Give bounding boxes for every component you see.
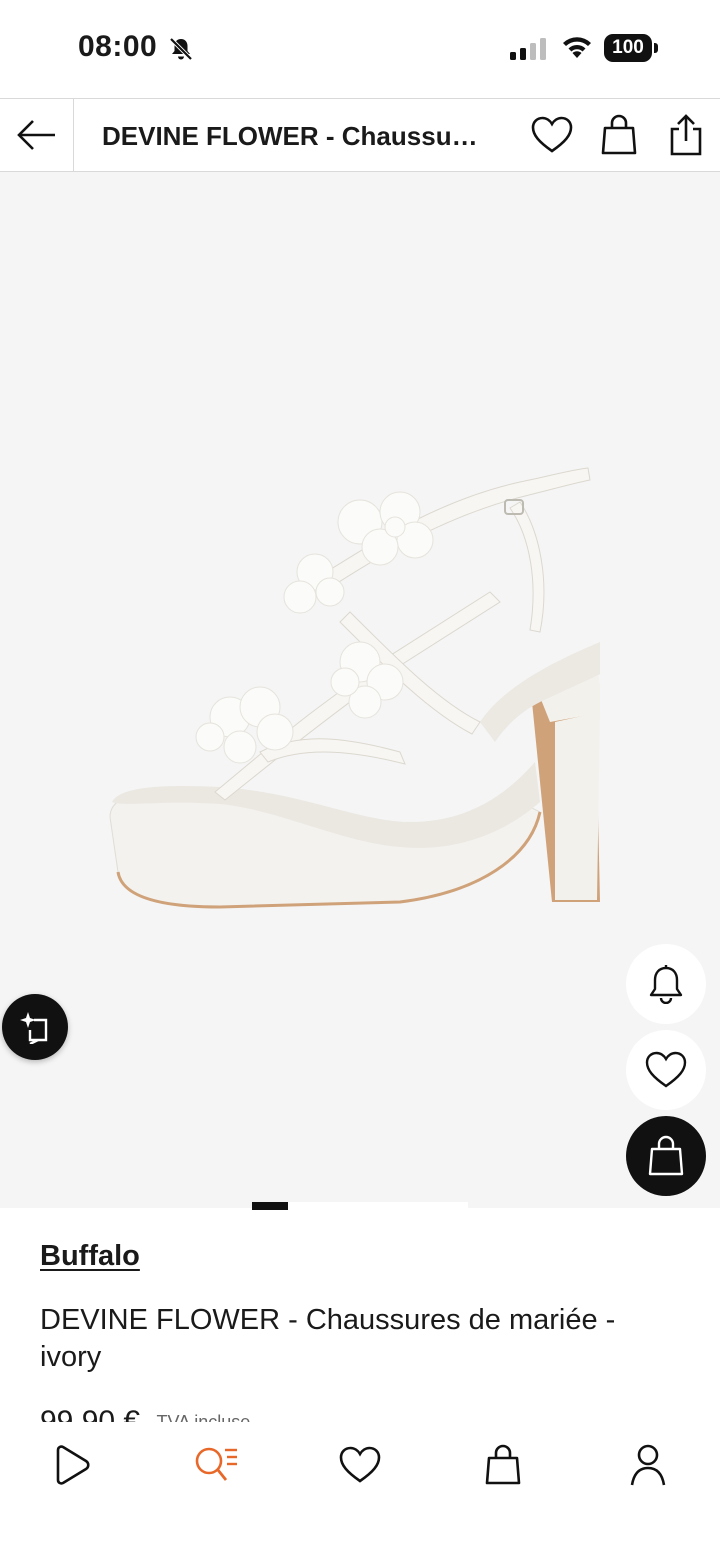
ai-sparkle-icon: [20, 1012, 48, 1044]
tab-search[interactable]: [186, 1440, 246, 1490]
header-title: DEVINE FLOWER - Chaussures de mariée - i…: [102, 121, 482, 151]
brand-link[interactable]: Buffalo: [40, 1240, 140, 1273]
search-list-icon: [195, 1447, 237, 1481]
product-header: DEVINE FLOWER - Chaussures de mariée - i…: [0, 98, 720, 172]
gallery-pager: [252, 1202, 468, 1210]
wifi-icon: [563, 37, 591, 58]
status-bar: 08:00 100: [0, 0, 720, 98]
heart-icon: [339, 1446, 381, 1483]
share-button[interactable]: [664, 113, 708, 157]
cart-header-button[interactable]: [597, 113, 641, 157]
tab-wishlist[interactable]: [330, 1440, 390, 1490]
wishlist-floating-button[interactable]: [626, 1030, 706, 1110]
back-button[interactable]: [0, 99, 74, 171]
product-name: DEVINE FLOWER - Chaussures de mariée - i…: [40, 1304, 616, 1373]
add-to-cart-button[interactable]: [626, 1116, 706, 1196]
heart-icon: [531, 116, 573, 153]
vat-note: TVA incluse: [156, 1412, 251, 1422]
heart-icon: [645, 1051, 687, 1088]
notify-button[interactable]: [626, 944, 706, 1024]
bell-muted-icon: [169, 37, 193, 61]
arrow-left-icon: [16, 120, 55, 150]
product-price: 99,90 €: [40, 1405, 141, 1422]
status-time: 08:00: [78, 30, 158, 63]
bag-icon: [648, 1135, 684, 1176]
product-image-gallery[interactable]: [0, 172, 720, 1208]
product-image: [109, 467, 600, 909]
pager-active-indicator: [252, 1202, 288, 1210]
battery-indicator: 100: [604, 34, 658, 62]
battery-tip: [654, 43, 658, 53]
bell-icon: [649, 965, 683, 1004]
user-icon: [630, 1444, 666, 1486]
play-icon: [56, 1445, 90, 1485]
bag-icon: [485, 1444, 521, 1485]
bag-icon: [601, 114, 637, 155]
bottom-tab-bar: [0, 1422, 720, 1559]
tab-account[interactable]: [618, 1440, 678, 1490]
tab-inspiration[interactable]: [42, 1440, 102, 1490]
price-row: 99,90 € TVA incluse: [40, 1402, 440, 1422]
cellular-signal-icon: [510, 38, 546, 60]
visual-search-button[interactable]: [2, 994, 68, 1060]
battery-level: 100: [604, 34, 652, 62]
tab-cart[interactable]: [473, 1440, 533, 1490]
wishlist-header-button[interactable]: [530, 113, 574, 157]
share-icon: [670, 114, 702, 156]
